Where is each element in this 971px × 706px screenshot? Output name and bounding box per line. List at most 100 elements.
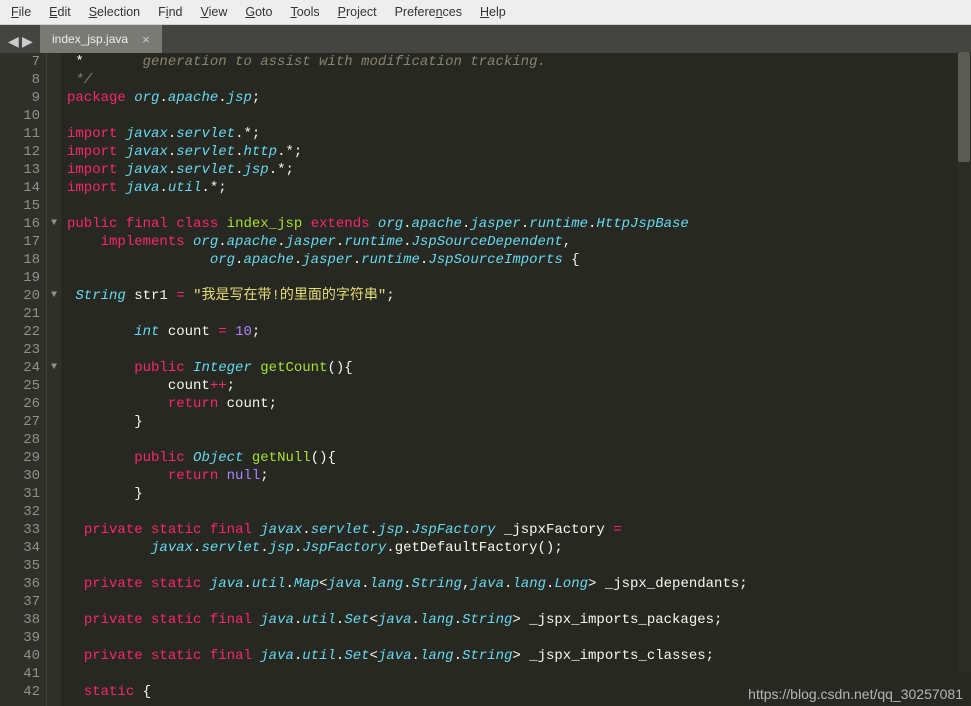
code-line[interactable]: import java.util.*; — [67, 179, 971, 197]
fold-marker — [47, 89, 61, 107]
fold-marker — [47, 683, 61, 701]
code-line[interactable] — [67, 431, 971, 449]
menu-find[interactable]: Find — [151, 3, 189, 21]
code-line[interactable]: public Object getNull(){ — [67, 449, 971, 467]
fold-marker — [47, 575, 61, 593]
fold-marker — [47, 647, 61, 665]
code-line[interactable]: public Integer getCount(){ — [67, 359, 971, 377]
menu-bar: FileEditSelectionFindViewGotoTools Projec… — [0, 0, 971, 25]
fold-marker — [47, 665, 61, 683]
code-line[interactable] — [67, 557, 971, 575]
nav-back-icon[interactable]: ◀ — [8, 34, 18, 44]
fold-marker — [47, 593, 61, 611]
line-number: 24 — [10, 359, 40, 377]
line-number: 27 — [10, 413, 40, 431]
close-icon[interactable]: × — [142, 32, 150, 47]
menu-goto[interactable]: Goto — [238, 3, 279, 21]
code-line[interactable]: org.apache.jasper.runtime.JspSourceImpor… — [67, 251, 971, 269]
code-line[interactable] — [67, 593, 971, 611]
fold-marker — [47, 485, 61, 503]
code-line[interactable] — [67, 629, 971, 647]
fold-marker — [47, 521, 61, 539]
code-line[interactable]: javax.servlet.jsp.JspFactory.getDefaultF… — [67, 539, 971, 557]
line-number: 7 — [10, 53, 40, 71]
line-number: 37 — [10, 593, 40, 611]
fold-marker — [47, 125, 61, 143]
code-line[interactable]: } — [67, 485, 971, 503]
menu-help[interactable]: Help — [473, 3, 513, 21]
code-line[interactable]: private static final java.util.Set<java.… — [67, 611, 971, 629]
line-number: 10 — [10, 107, 40, 125]
fold-marker[interactable]: ▼ — [47, 215, 61, 233]
menu-tools[interactable]: Tools — [283, 3, 326, 21]
menu-project[interactable]: Project — [331, 3, 384, 21]
fold-marker — [47, 179, 61, 197]
code-line[interactable]: import javax.servlet.*; — [67, 125, 971, 143]
fold-marker — [47, 107, 61, 125]
code-line[interactable]: */ — [67, 71, 971, 89]
code-line[interactable]: } — [67, 413, 971, 431]
code-line[interactable]: String str1 = "我是写在带!的里面的字符串"; — [67, 287, 971, 305]
code-line[interactable]: package org.apache.jsp; — [67, 89, 971, 107]
menu-view[interactable]: View — [193, 3, 234, 21]
line-number: 38 — [10, 611, 40, 629]
code-area[interactable]: * generation to assist with modification… — [61, 53, 971, 706]
fold-marker — [47, 503, 61, 521]
line-number: 32 — [10, 503, 40, 521]
code-line[interactable]: import javax.servlet.jsp.*; — [67, 161, 971, 179]
line-number: 35 — [10, 557, 40, 575]
code-line[interactable]: static { — [67, 683, 971, 701]
vertical-scrollbar[interactable] — [957, 52, 971, 672]
menu-edit[interactable]: Edit — [42, 3, 78, 21]
fold-marker — [47, 143, 61, 161]
menu-selection[interactable]: Selection — [82, 3, 147, 21]
code-line[interactable] — [67, 197, 971, 215]
fold-marker — [47, 557, 61, 575]
fold-gutter[interactable]: ▼ ▼ ▼ — [47, 53, 61, 706]
nav-forward-icon[interactable]: ▶ — [22, 34, 32, 44]
tab-title: index_jsp.java — [52, 32, 128, 46]
fold-marker — [47, 629, 61, 647]
line-number: 29 — [10, 449, 40, 467]
line-number: 14 — [10, 179, 40, 197]
code-line[interactable]: public final class index_jsp extends org… — [67, 215, 971, 233]
editor[interactable]: 7891011121314151617181920212223242526272… — [0, 53, 971, 706]
menu-file[interactable]: File — [4, 3, 38, 21]
fold-marker — [47, 197, 61, 215]
scrollbar-thumb[interactable] — [958, 52, 970, 162]
code-line[interactable]: count++; — [67, 377, 971, 395]
line-number-gutter: 7891011121314151617181920212223242526272… — [0, 53, 47, 706]
code-line[interactable]: return count; — [67, 395, 971, 413]
line-number: 40 — [10, 647, 40, 665]
code-line[interactable] — [67, 305, 971, 323]
code-line[interactable]: private static final java.util.Set<java.… — [67, 647, 971, 665]
fold-marker — [47, 71, 61, 89]
fold-marker — [47, 413, 61, 431]
code-line[interactable] — [67, 503, 971, 521]
code-line[interactable]: int count = 10; — [67, 323, 971, 341]
code-line[interactable]: implements org.apache.jasper.runtime.Jsp… — [67, 233, 971, 251]
line-number: 9 — [10, 89, 40, 107]
code-line[interactable]: private static java.util.Map<java.lang.S… — [67, 575, 971, 593]
fold-marker[interactable]: ▼ — [47, 359, 61, 377]
code-line[interactable]: private static final javax.servlet.jsp.J… — [67, 521, 971, 539]
code-line[interactable] — [67, 269, 971, 287]
code-line[interactable]: return null; — [67, 467, 971, 485]
line-number: 39 — [10, 629, 40, 647]
code-line[interactable]: * generation to assist with modification… — [67, 53, 971, 71]
code-line[interactable] — [67, 107, 971, 125]
code-line[interactable]: import javax.servlet.http.*; — [67, 143, 971, 161]
menu-preferences[interactable]: Preferences — [388, 3, 469, 21]
code-line[interactable] — [67, 341, 971, 359]
fold-marker — [47, 377, 61, 395]
line-number: 11 — [10, 125, 40, 143]
code-line[interactable] — [67, 665, 971, 683]
tab-index_jsp-java[interactable]: index_jsp.java × — [40, 25, 162, 53]
fold-marker — [47, 467, 61, 485]
line-number: 16 — [10, 215, 40, 233]
fold-marker[interactable]: ▼ — [47, 287, 61, 305]
line-number: 8 — [10, 71, 40, 89]
line-number: 20 — [10, 287, 40, 305]
line-number: 26 — [10, 395, 40, 413]
line-number: 34 — [10, 539, 40, 557]
